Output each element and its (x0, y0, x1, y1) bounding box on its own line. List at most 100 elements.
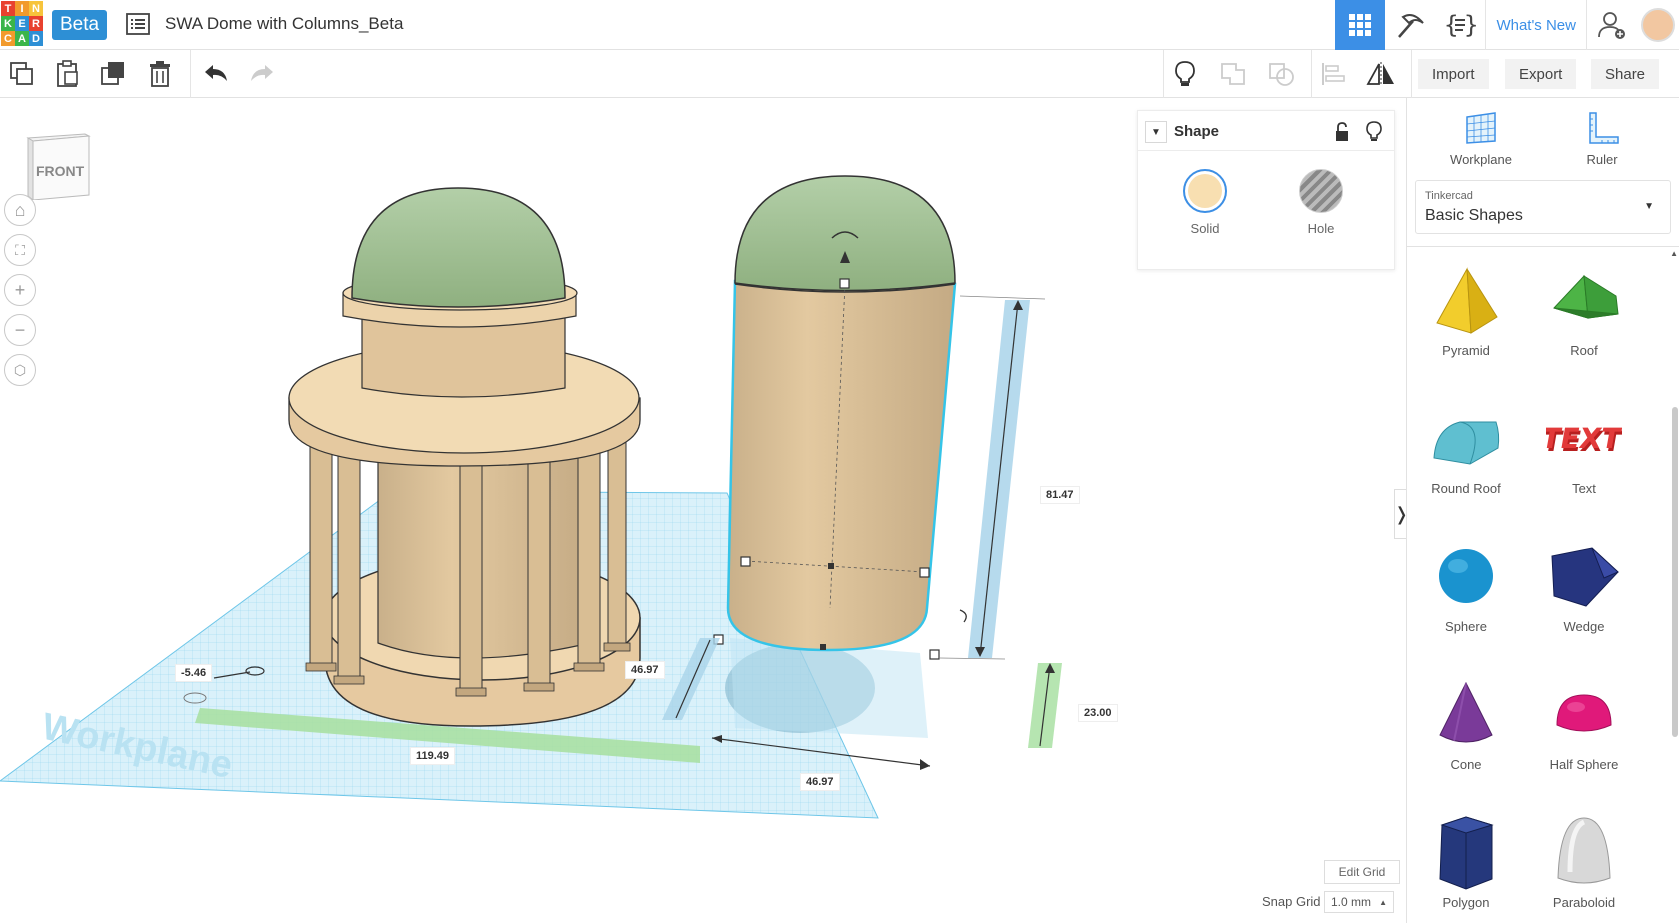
group-icon (1221, 63, 1245, 85)
y-offset-label[interactable]: -5.46 (175, 664, 213, 682)
shape-label: Sphere (1445, 619, 1487, 634)
shape-label: Polygon (1442, 895, 1490, 910)
workplane-tool[interactable]: Workplane (1431, 108, 1531, 167)
logo-letter: C (1, 31, 15, 46)
shape-paraboloid[interactable]: Paraboloid (1525, 809, 1643, 910)
ungroup-button[interactable] (1263, 56, 1299, 92)
top-right-controls: {} What's New (1335, 0, 1679, 50)
zoom-out-button[interactable]: − (4, 314, 36, 346)
view-cube[interactable]: FRONT (25, 130, 91, 202)
hide-shape-button[interactable] (1366, 121, 1382, 148)
export-button[interactable]: Export (1505, 59, 1577, 89)
logo-letter: I (15, 1, 29, 16)
shapes-grid: ▲ Pyramid Roof Round Roof TEXT TEXT Text … (1407, 246, 1679, 923)
selection-footprint (730, 638, 928, 738)
trash-icon (150, 61, 170, 87)
toolbar-separator (1163, 50, 1164, 98)
shape-cone[interactable]: Cone (1407, 671, 1525, 772)
3d-design-view-button[interactable] (1335, 0, 1386, 50)
width-dimension-label-bottom[interactable]: 46.97 (800, 773, 840, 791)
dome-building[interactable] (288, 187, 641, 727)
duplicate-button[interactable] (96, 56, 132, 92)
svg-text:TEXT: TEXT (1546, 422, 1622, 455)
align-icon (1322, 63, 1345, 85)
group-button[interactable] (1215, 56, 1251, 92)
ruler-tool-label: Ruler (1586, 152, 1618, 167)
delete-button[interactable] (142, 56, 178, 92)
hole-option[interactable]: Hole (1286, 169, 1356, 236)
shape-sphere[interactable]: Sphere (1407, 533, 1525, 634)
width-dimension-label-top[interactable]: 46.97 (625, 661, 665, 679)
elevation-dimension-label[interactable]: 23.00 (1078, 704, 1118, 722)
snap-grid-value: 1.0 mm (1331, 895, 1372, 909)
zoom-in-button[interactable]: + (4, 274, 36, 306)
shape-round-roof[interactable]: Round Roof (1407, 395, 1525, 496)
scroll-up-icon[interactable]: ▲ (1670, 249, 1678, 258)
undo-icon (205, 65, 227, 81)
beta-badge: Beta (52, 10, 107, 40)
svg-text:}: } (1464, 11, 1476, 39)
scrollbar[interactable] (1672, 407, 1678, 737)
toolbar-separator (1411, 50, 1412, 98)
codeblocks-view-button[interactable]: {} (1435, 0, 1485, 50)
shape-wedge[interactable]: Wedge (1525, 533, 1643, 634)
edit-grid-button[interactable]: Edit Grid (1324, 860, 1400, 884)
caret-down-icon: ▼ (1644, 201, 1654, 212)
height-dimension-label[interactable]: 81.47 (1040, 486, 1080, 504)
top-bar: TINKERCAD Beta SWA Dome with Columns_Bet… (0, 0, 1679, 50)
user-avatar-wrapper[interactable] (1637, 0, 1679, 50)
blocks-view-button[interactable] (1385, 0, 1435, 50)
unlock-icon (1336, 122, 1348, 141)
share-button[interactable]: Share (1591, 59, 1660, 89)
import-button[interactable]: Import (1418, 59, 1489, 89)
x-offset-label[interactable]: 119.49 (410, 747, 456, 765)
home-view-button[interactable]: ⌂ (4, 194, 36, 226)
solid-swatch[interactable] (1183, 169, 1227, 213)
whats-new-link[interactable]: What's New (1485, 0, 1587, 50)
shape-half-sphere[interactable]: Half Sphere (1525, 671, 1643, 772)
caret-down-icon: ▼ (1151, 126, 1161, 138)
avatar[interactable] (1641, 8, 1675, 42)
hole-swatch[interactable] (1299, 169, 1343, 213)
roof-icon (1553, 274, 1619, 319)
minus-icon: − (14, 319, 26, 340)
design-title[interactable]: SWA Dome with Columns_Beta (165, 14, 403, 34)
fit-view-button[interactable]: ⛶ (4, 234, 36, 266)
pyramid-icon (1436, 267, 1498, 334)
toolbar-separator (190, 50, 191, 98)
design-list-icon[interactable] (126, 13, 150, 35)
logo-letter: K (1, 16, 15, 31)
collapse-panel-button[interactable]: ▼ (1145, 121, 1167, 143)
redo-icon (251, 65, 273, 81)
notes-button[interactable] (1167, 56, 1203, 92)
selected-shape-cylinder[interactable] (713, 175, 967, 660)
paste-button[interactable] (50, 56, 86, 92)
perspective-button[interactable]: ⬡ (4, 354, 36, 386)
shape-panel-title: Shape (1174, 123, 1220, 140)
redo-button[interactable] (244, 56, 280, 92)
undo-button[interactable] (198, 56, 234, 92)
align-button[interactable] (1315, 56, 1351, 92)
wedge-icon (1551, 547, 1619, 607)
tinkercad-logo[interactable]: TINKERCAD (1, 1, 43, 47)
snap-grid-select[interactable]: 1.0 mm ▲ (1324, 891, 1394, 913)
shape-roof[interactable]: Roof (1525, 257, 1643, 358)
paste-icon (57, 60, 78, 87)
round-roof-icon (1433, 421, 1500, 465)
view-cube-front-label: FRONT (36, 163, 85, 179)
half-sphere-icon (1556, 694, 1612, 732)
add-user-button[interactable] (1587, 0, 1637, 50)
lock-button[interactable] (1334, 122, 1350, 147)
solid-option[interactable]: Solid (1170, 169, 1240, 236)
paraboloid-icon (1557, 817, 1611, 884)
shape-panel-header: ▼ Shape (1138, 111, 1394, 151)
copy-button[interactable] (4, 56, 40, 92)
duplicate-icon (101, 62, 124, 85)
shape-library-select[interactable]: Tinkercad Basic Shapes ▼ (1415, 180, 1671, 234)
mirror-button[interactable] (1363, 56, 1399, 92)
shape-label: Paraboloid (1552, 895, 1616, 910)
shape-text[interactable]: TEXT TEXT Text (1525, 395, 1643, 496)
shape-pyramid[interactable]: Pyramid (1407, 257, 1525, 358)
ruler-tool[interactable]: Ruler (1552, 108, 1652, 167)
shape-polygon[interactable]: Polygon (1407, 809, 1525, 910)
